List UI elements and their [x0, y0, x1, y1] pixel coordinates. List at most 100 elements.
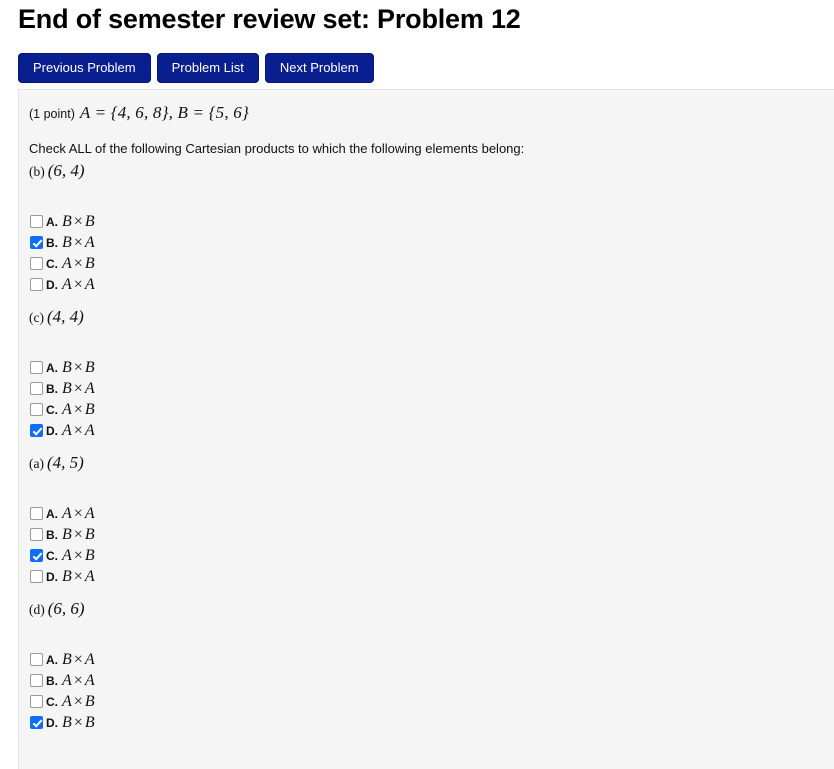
- checkbox-checked[interactable]: [30, 424, 43, 437]
- points-label: (1 point): [29, 107, 75, 121]
- operand-left: B: [62, 567, 72, 585]
- option-row[interactable]: D. A × A: [29, 420, 834, 441]
- option-letter: D.: [46, 715, 58, 730]
- operand-left: B: [62, 358, 72, 376]
- checkbox-unchecked[interactable]: [30, 257, 43, 270]
- option-row[interactable]: C. A × B: [29, 253, 834, 274]
- operand-right: B: [84, 713, 95, 731]
- option-letter: B.: [46, 673, 58, 688]
- option-row[interactable]: A. B × B: [29, 211, 834, 232]
- operand-left: A: [62, 400, 72, 418]
- times-operator-icon: ×: [73, 233, 83, 251]
- operand-left: A: [62, 692, 72, 710]
- checkbox-unchecked[interactable]: [30, 382, 43, 395]
- option-letter: C.: [46, 694, 58, 709]
- operand-left: A: [62, 504, 72, 522]
- option-row[interactable]: C. A × B: [29, 691, 834, 712]
- times-operator-icon: ×: [73, 212, 83, 230]
- checkbox-checked[interactable]: [30, 716, 43, 729]
- times-operator-icon: ×: [73, 567, 83, 585]
- operand-left: A: [62, 671, 72, 689]
- operand-right: A: [84, 233, 95, 251]
- operand-right: B: [84, 525, 95, 543]
- operand-right: B: [84, 546, 95, 564]
- times-operator-icon: ×: [73, 379, 83, 397]
- checkbox-unchecked[interactable]: [30, 528, 43, 541]
- points-line: (1 point) A = {4, 6, 8}, B = {5, 6}: [19, 90, 834, 123]
- option-row[interactable]: D. B × B: [29, 712, 834, 733]
- option-row[interactable]: B. A × A: [29, 670, 834, 691]
- times-operator-icon: ×: [73, 650, 83, 668]
- operand-right: A: [84, 421, 95, 439]
- page-title: End of semester review set: Problem 12: [18, 4, 521, 34]
- option-letter: A.: [46, 360, 58, 375]
- times-operator-icon: ×: [73, 713, 83, 731]
- operand-right: B: [84, 254, 95, 272]
- group-label: (d) (6, 6): [29, 600, 834, 619]
- option-row[interactable]: B. B × A: [29, 232, 834, 253]
- checkbox-unchecked[interactable]: [30, 653, 43, 666]
- option-math-expression: B × A: [62, 233, 95, 251]
- operand-right: A: [84, 504, 95, 522]
- checkbox-unchecked[interactable]: [30, 674, 43, 687]
- option-letter: D.: [46, 423, 58, 438]
- checkbox-unchecked[interactable]: [30, 507, 43, 520]
- checkbox-unchecked[interactable]: [30, 403, 43, 416]
- option-row[interactable]: B. B × B: [29, 524, 834, 545]
- option-row[interactable]: C. A × B: [29, 399, 834, 420]
- operand-right: B: [84, 358, 95, 376]
- option-math-expression: B × B: [62, 713, 95, 731]
- previous-problem-button[interactable]: Previous Problem: [18, 53, 151, 83]
- times-operator-icon: ×: [73, 525, 83, 543]
- option-math-expression: A × B: [62, 546, 95, 564]
- group-label: (a) (4, 5): [29, 454, 834, 473]
- option-math-expression: B × A: [62, 567, 95, 585]
- option-row[interactable]: A. A × A: [29, 503, 834, 524]
- question-group: (b) (6, 4) A. B × B B. B × A C. A × B D. A × A: [19, 157, 834, 295]
- option-letter: D.: [46, 569, 58, 584]
- option-list: A. B × B B. B × A C. A × B D. A × A: [29, 181, 834, 295]
- option-math-expression: A × A: [62, 671, 95, 689]
- option-row[interactable]: A. B × B: [29, 357, 834, 378]
- checkbox-unchecked[interactable]: [30, 695, 43, 708]
- option-math-expression: A × B: [62, 692, 95, 710]
- operand-left: A: [62, 546, 72, 564]
- operand-right: B: [84, 400, 95, 418]
- option-math-expression: A × B: [62, 254, 95, 272]
- group-tag: (d): [29, 602, 45, 617]
- option-math-expression: B × B: [62, 358, 95, 376]
- group-ordered-pair: (4, 4): [46, 307, 84, 326]
- checkbox-unchecked[interactable]: [30, 215, 43, 228]
- operand-right: B: [84, 692, 95, 710]
- group-ordered-pair: (6, 6): [47, 599, 85, 618]
- next-problem-button[interactable]: Next Problem: [264, 53, 374, 83]
- times-operator-icon: ×: [73, 671, 83, 689]
- question-group: (c) (4, 4) A. B × B B. B × A C. A × B D. A × A: [19, 308, 834, 441]
- option-math-expression: A × B: [62, 400, 95, 418]
- option-row[interactable]: D. A × A: [29, 274, 834, 295]
- option-row[interactable]: C. A × B: [29, 545, 834, 566]
- option-letter: B.: [46, 527, 58, 542]
- operand-left: B: [62, 379, 72, 397]
- checkbox-unchecked[interactable]: [30, 570, 43, 583]
- option-list: A. B × B B. B × A C. A × B D. A × A: [29, 327, 834, 441]
- times-operator-icon: ×: [73, 400, 83, 418]
- checkbox-checked[interactable]: [30, 549, 43, 562]
- option-row[interactable]: D. B × A: [29, 566, 834, 587]
- option-row[interactable]: A. B × A: [29, 649, 834, 670]
- set-definitions: A = {4, 6, 8}, B = {5, 6}: [79, 103, 249, 122]
- checkbox-unchecked[interactable]: [30, 278, 43, 291]
- option-letter: C.: [46, 256, 58, 271]
- problem-list-button[interactable]: Problem List: [156, 53, 259, 83]
- group-ordered-pair: (6, 4): [47, 161, 85, 180]
- checkbox-checked[interactable]: [30, 236, 43, 249]
- option-row[interactable]: B. B × A: [29, 378, 834, 399]
- option-letter: C.: [46, 402, 58, 417]
- operand-left: A: [62, 254, 72, 272]
- checkbox-unchecked[interactable]: [30, 361, 43, 374]
- option-letter: A.: [46, 214, 58, 229]
- times-operator-icon: ×: [73, 275, 83, 293]
